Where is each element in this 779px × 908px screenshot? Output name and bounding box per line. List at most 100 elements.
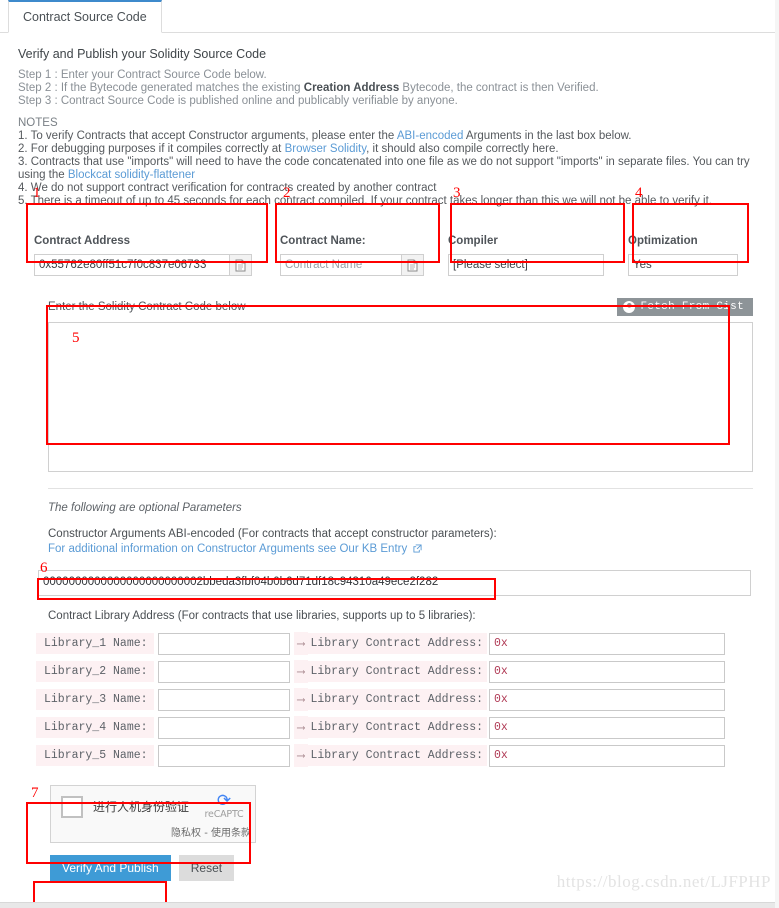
tab-label: Contract Source Code [23, 10, 147, 24]
step-1: Step 1 : Enter your Contract Source Code… [18, 69, 765, 82]
note-1-text-pre: To verify Contracts that accept Construc… [30, 130, 397, 142]
contract-address-input-wrap [34, 254, 260, 276]
step-3: Step 3 : Contract Source Code is publish… [18, 95, 765, 108]
watermark: https://blog.csdn.net/LJFPHP [556, 872, 771, 891]
contract-name-input-wrap [280, 254, 428, 276]
step-1-prefix: Step 1 : [18, 69, 61, 81]
library-1-address-input[interactable] [489, 632, 725, 655]
library-5-address-label: Library Contract Address: [308, 745, 487, 766]
library-rows: Library_1 Name: ⟶ Library Contract Addre… [36, 632, 765, 767]
note-2-text-pre: For debugging purposes if it compiles co… [30, 143, 285, 155]
library-2-name-input[interactable] [157, 660, 290, 683]
note-1-number: 1. [18, 130, 31, 142]
code-textarea-wrap [48, 322, 765, 472]
recaptcha-icon: ⟳ [216, 791, 232, 810]
annotation-marker-2: 2 [283, 185, 291, 201]
recaptcha-brand-text: reCAPTC [204, 809, 244, 820]
note-5: 5. There is a timeout of up to 45 second… [18, 195, 765, 208]
library-row: Library_5 Name: ⟶ Library Contract Addre… [36, 744, 765, 767]
fetch-from-gist-label: Fetch From Gist [640, 301, 744, 313]
annotation-marker-3: 3 [453, 185, 461, 201]
page-title: Verify and Publish your Solidity Source … [18, 47, 267, 61]
browser-solidity-link[interactable]: Browser Solidity [285, 143, 367, 155]
recaptcha-widget[interactable]: 进行人机身份验证 ⟳ reCAPTC 隐私权 - 使用条款 [50, 785, 256, 843]
library-3-address-input[interactable] [489, 688, 725, 711]
step-2-prefix: Step 2 : [18, 82, 61, 94]
solidity-source-textarea[interactable] [48, 322, 753, 472]
library-5-address-input[interactable] [489, 744, 725, 767]
library-5-name-input[interactable] [157, 744, 290, 767]
annotation-marker-4: 4 [635, 185, 643, 201]
constructor-args-kb-link-text: For additional information on Constructo… [48, 543, 408, 555]
note-5-text: There is a timeout of up to 45 seconds f… [30, 195, 712, 207]
reset-button[interactable]: Reset [178, 855, 235, 881]
section-divider [48, 488, 753, 489]
annotation-marker-5: 5 [72, 330, 80, 346]
note-4-text: We do not support contract verification … [30, 182, 437, 194]
code-section-header: Enter the Solidity Contract Code below ⚫… [48, 298, 765, 316]
compiler-select[interactable] [448, 254, 604, 276]
library-1-name-input[interactable] [157, 632, 290, 655]
step-2-text-before: If the Bytecode generated matches the ex… [60, 82, 304, 94]
recaptcha-wrap: 进行人机身份验证 ⟳ reCAPTC 隐私权 - 使用条款 [50, 785, 765, 843]
library-4-address-input[interactable] [489, 716, 725, 739]
arrow-right-icon: ⟶ [293, 688, 309, 711]
document-icon[interactable] [402, 254, 424, 276]
recaptcha-terms[interactable]: 隐私权 - 使用条款 [171, 824, 251, 839]
fetch-from-gist-button[interactable]: ⚫ Fetch From Gist [617, 298, 753, 316]
notes-heading: NOTES [18, 117, 58, 129]
step-2-emphasis: Creation Address [303, 82, 400, 94]
contract-name-input[interactable] [280, 254, 402, 276]
document-icon[interactable] [230, 254, 252, 276]
library-4-name-input[interactable] [157, 716, 290, 739]
library-2-address-input[interactable] [489, 660, 725, 683]
note-1-text-post: Arguments in the last box below. [463, 130, 632, 142]
verify-and-publish-button[interactable]: Verify And Publish [50, 855, 171, 881]
library-2-address-label: Library Contract Address: [308, 661, 487, 682]
step-1-text: Enter your Contract Source Code below. [60, 69, 267, 81]
note-1: 1. To verify Contracts that accept Const… [18, 130, 765, 143]
abi-encoded-link[interactable]: ABI-encoded [397, 130, 464, 142]
contract-name-group: Contract Name: [270, 226, 438, 286]
note-4: 4. We do not support contract verificati… [18, 182, 765, 195]
note-3: 3. Contracts that use "imports" will nee… [18, 156, 765, 182]
constructor-args-kb-link[interactable]: For additional information on Constructo… [48, 542, 765, 556]
recaptcha-label: 进行人机身份验证 [93, 800, 190, 814]
compiler-group: Compiler [438, 226, 618, 286]
arrow-right-icon: ⟶ [293, 660, 309, 683]
library-5-name-label: Library_5 Name: [36, 745, 154, 766]
library-section-heading: Contract Library Address (For contracts … [48, 610, 476, 622]
external-link-icon [413, 544, 422, 553]
tab-bar: Contract Source Code [0, 0, 779, 33]
optimization-select[interactable] [628, 254, 738, 276]
contract-address-input[interactable] [34, 254, 230, 276]
constructor-args-textarea[interactable] [38, 570, 751, 596]
compiler-label: Compiler [448, 235, 498, 247]
library-3-name-input[interactable] [157, 688, 290, 711]
constructor-args-label: Constructor Arguments ABI-encoded (For c… [48, 528, 497, 540]
github-icon: ⚫ [623, 301, 636, 313]
optimization-label: Optimization [628, 235, 698, 247]
note-5-number: 5. [18, 195, 31, 207]
note-3-number: 3. [18, 156, 31, 168]
library-3-name-label: Library_3 Name: [36, 689, 154, 710]
step-2: Step 2 : If the Bytecode generated match… [18, 82, 765, 95]
right-scroll-gutter[interactable] [775, 0, 779, 908]
library-row: Library_1 Name: ⟶ Library Contract Addre… [36, 632, 765, 655]
note-2: 2. For debugging purposes if it compiles… [18, 143, 765, 156]
annotation-marker-6: 6 [40, 560, 48, 576]
note-4-number: 4. [18, 182, 31, 194]
library-1-address-label: Library Contract Address: [308, 633, 487, 654]
primary-fields-row: Contract Address Contract Name: [18, 226, 765, 286]
step-3-prefix: Step 3 : [18, 95, 61, 107]
recaptcha-checkbox[interactable] [61, 796, 83, 818]
bottom-bar [0, 902, 779, 908]
solidity-flattener-link[interactable]: Blockcat solidity-flattener [68, 169, 195, 181]
library-3-address-label: Library Contract Address: [308, 689, 487, 710]
tab-contract-source-code[interactable]: Contract Source Code [8, 0, 162, 33]
step-2-text-after: Bytecode, the contract is then Verified. [399, 82, 599, 94]
optimization-group: Optimization [618, 226, 748, 286]
arrow-right-icon: ⟶ [293, 744, 309, 767]
arrow-right-icon: ⟶ [293, 632, 309, 655]
step-3-text: Contract Source Code is published online… [60, 95, 458, 107]
